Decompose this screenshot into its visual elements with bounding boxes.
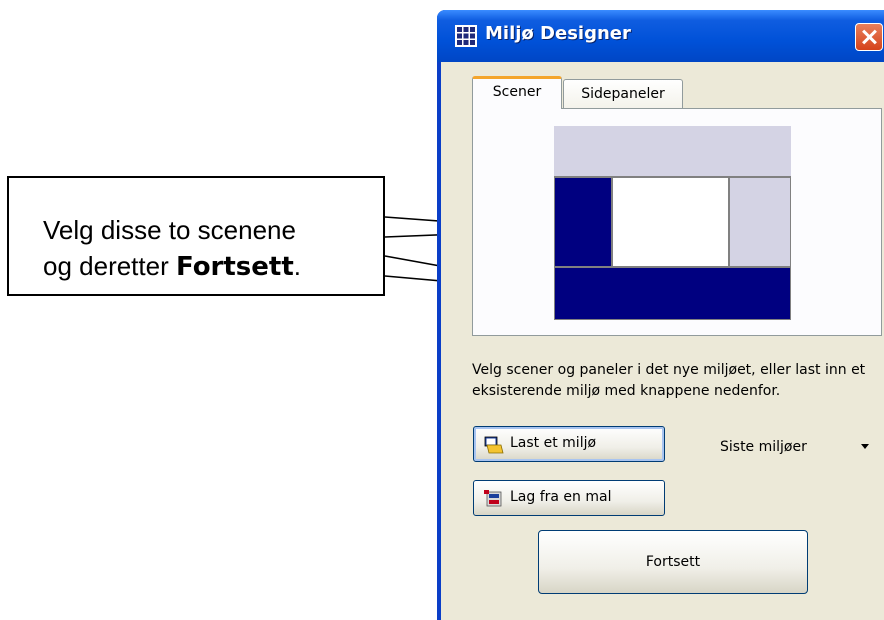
title-bar[interactable]: Miljø Designer [437,10,884,62]
scene-layout-preview [554,126,791,320]
instruction-text: Velg scener og paneler i det nye miljøet… [472,362,866,399]
scene-cell-bottom[interactable] [555,268,790,319]
continue-button[interactable]: Fortsett [538,530,808,594]
tab-scener[interactable]: Scener [472,76,562,109]
callout-text: Velg disse to scenene og deretter Fortse… [43,212,301,285]
tab-sidepaneler[interactable]: Sidepaneler [563,79,683,109]
scene-cell-center[interactable] [613,178,728,266]
create-from-template-button[interactable]: Lag fra en mal [473,480,665,516]
grid-icon [455,25,477,47]
template-icon [484,490,502,507]
scene-cell-top[interactable] [554,126,791,176]
callout-box: Velg disse to scenene og deretter Fortse… [7,176,385,296]
close-icon[interactable] [855,23,883,51]
open-folder-icon [484,436,504,454]
callout-line-1: Velg disse to scenene [43,215,296,245]
load-environment-button[interactable]: Last et miljø [473,426,665,462]
load-environment-label: Last et miljø [510,435,597,451]
create-from-template-label: Lag fra en mal [510,489,612,505]
callout-line-2: og deretter Fortsett. [43,251,302,282]
scene-cell-left[interactable] [555,178,611,266]
scene-cell-right[interactable] [730,178,790,266]
window-title: Miljø Designer [485,23,631,44]
recent-environments-label[interactable]: Siste miljøer [720,439,807,455]
callout-bold-word: Fortsett [175,252,294,282]
dropdown-arrow-icon[interactable] [861,444,869,449]
